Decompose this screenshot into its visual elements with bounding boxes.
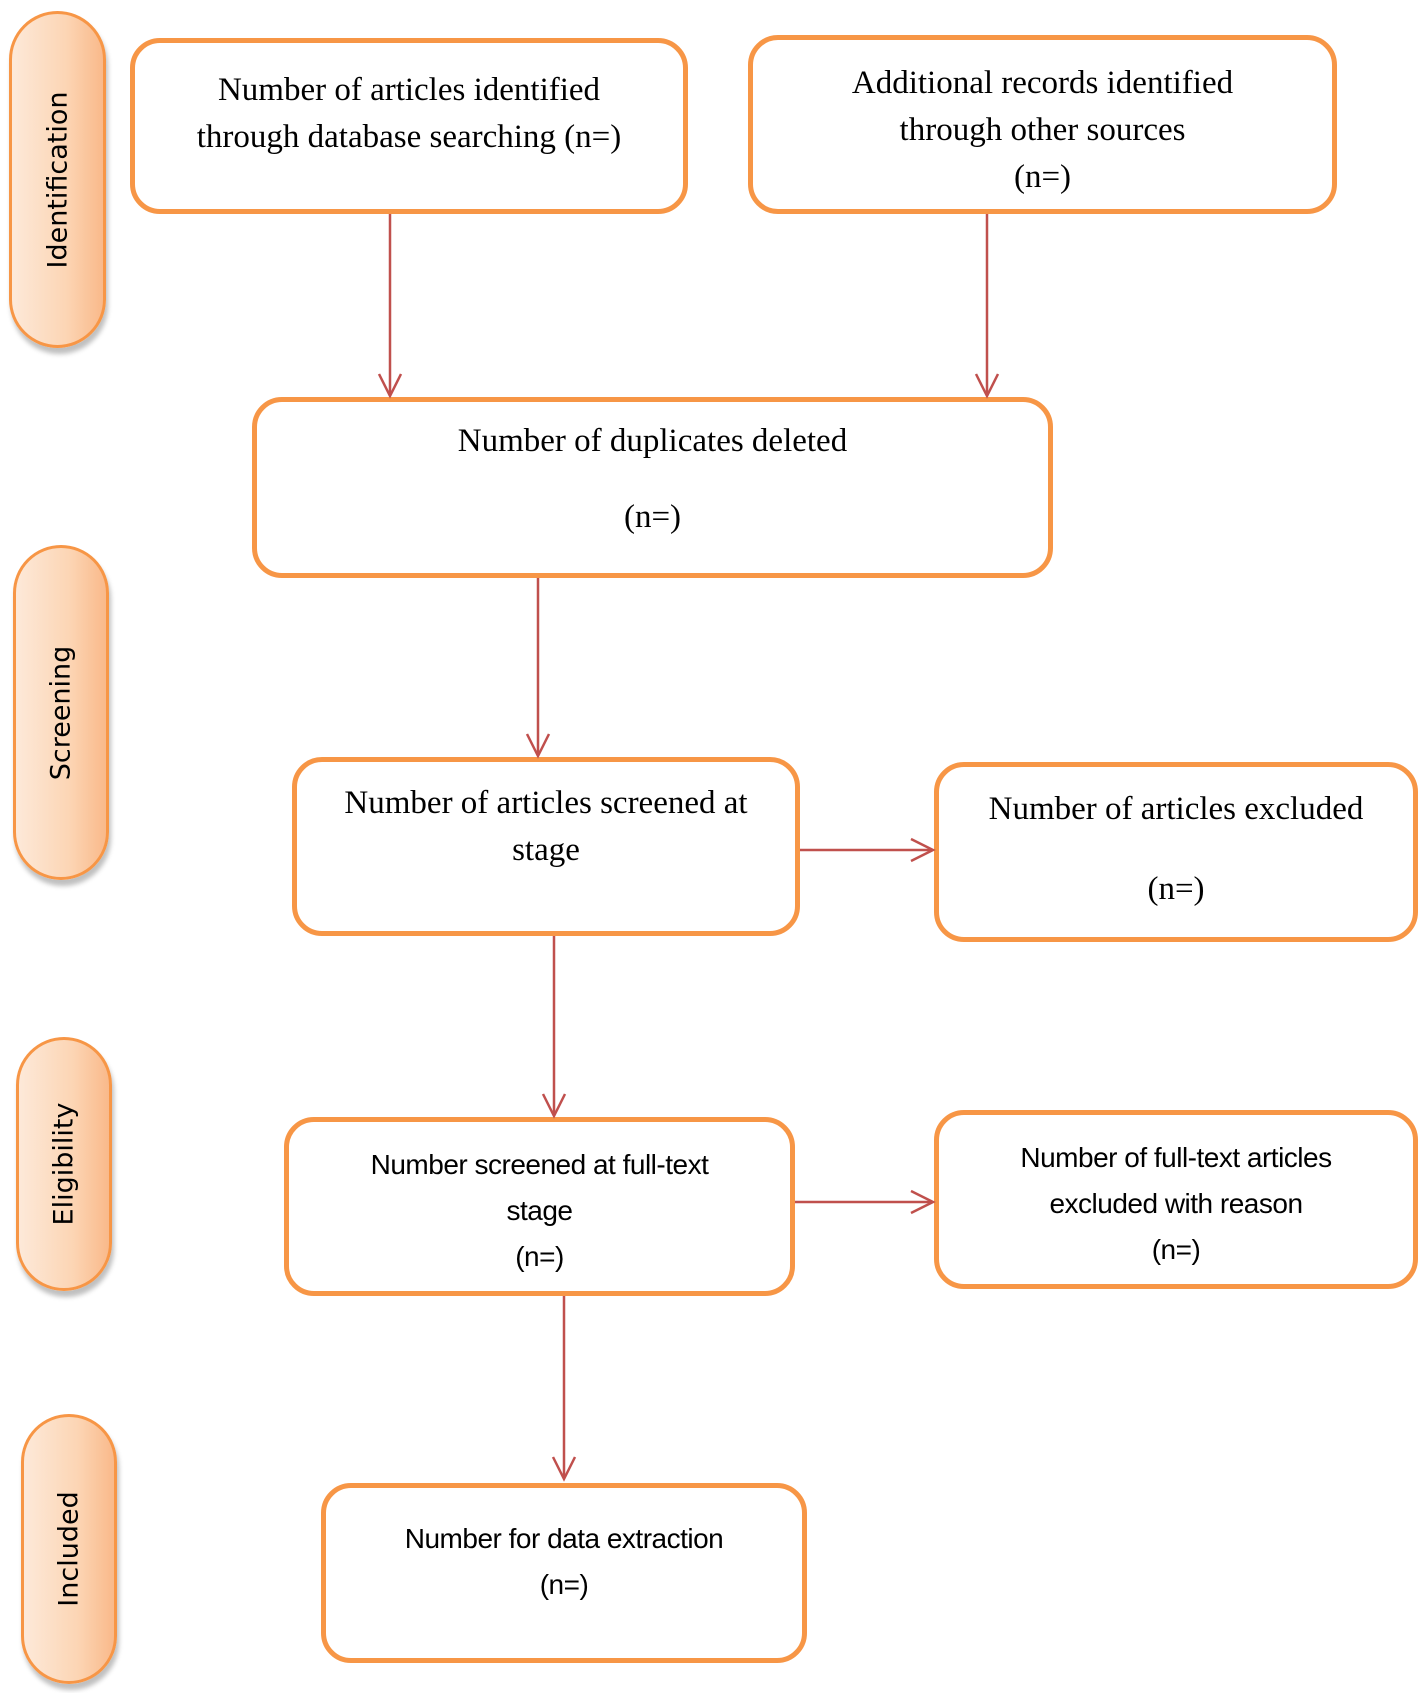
arrow-duplicates-to-screened <box>525 578 551 759</box>
arrow-screened-to-excluded <box>800 837 936 863</box>
arrow-screened-to-fulltext <box>541 936 567 1119</box>
arrow-other-to-duplicates <box>974 214 1000 399</box>
connector-arrows <box>377 214 1000 1482</box>
arrow-fulltext-to-extraction <box>551 1296 577 1482</box>
arrow-database-to-duplicates <box>377 214 403 399</box>
arrow-fulltext-to-fulltext-excluded <box>795 1189 936 1215</box>
